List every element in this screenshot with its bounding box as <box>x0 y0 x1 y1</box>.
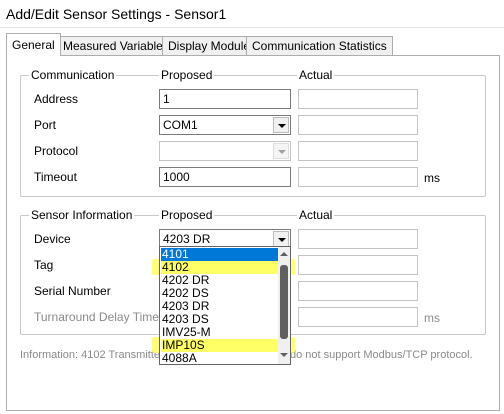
communication-actual-header: Actual <box>297 68 335 82</box>
dropdown-item-4102[interactable]: 4102 <box>161 261 279 274</box>
dropdown-item-4202-ds[interactable]: 4202 DS <box>161 287 279 300</box>
port-select[interactable]: COM1 <box>159 115 291 135</box>
window-title: Add/Edit Sensor Settings - Sensor1 <box>6 6 227 22</box>
dropdown-item-4203-dr[interactable]: 4203 DR <box>161 300 279 313</box>
info-text-tail: do not support Modbus/TCP protocol. <box>290 349 473 361</box>
dropdown-item-4088a[interactable]: 4088A <box>161 352 279 364</box>
dropdown-item-imv25-m[interactable]: IMV25-M <box>161 326 279 339</box>
info-text: Information: 4102 Transmitter <box>20 349 164 361</box>
sensor-information-legend: Sensor Information <box>29 208 135 222</box>
serial-number-actual-field <box>298 281 418 301</box>
turnaround-delay-label: Turnaround Delay Time <box>34 310 159 324</box>
dropdown-scrollbar[interactable] <box>278 247 290 364</box>
device-dropdown-list[interactable]: 4101 4102 4202 DR 4202 DS 4203 DR 4203 D… <box>159 246 291 365</box>
tab-communication-statistics[interactable]: Communication Statistics <box>246 36 393 55</box>
dropdown-item-4101[interactable]: 4101 <box>161 248 279 261</box>
chevron-down-icon[interactable] <box>273 231 289 247</box>
protocol-select <box>159 141 291 161</box>
timeout-input[interactable] <box>159 167 291 187</box>
device-actual-field <box>298 229 418 249</box>
tag-actual-field <box>298 255 418 275</box>
timeout-actual-field <box>298 167 418 187</box>
tab-measured-variables[interactable]: Measured Variables <box>57 36 175 55</box>
serial-number-label: Serial Number <box>34 284 111 298</box>
scrollbar-thumb[interactable] <box>280 265 288 339</box>
chevron-down-icon[interactable] <box>273 117 289 133</box>
communication-proposed-header: Proposed <box>159 68 215 82</box>
chevron-down-icon <box>273 143 289 159</box>
dropdown-item-4202-dr[interactable]: 4202 DR <box>161 274 279 287</box>
dropdown-item-imp10s[interactable]: IMP10S <box>161 339 279 352</box>
port-actual-field <box>298 115 418 135</box>
tag-label: Tag <box>34 258 54 272</box>
device-select-value: 4203 DR <box>163 232 211 246</box>
timeout-label: Timeout <box>34 170 77 184</box>
scroll-down-icon[interactable] <box>278 350 290 362</box>
protocol-actual-field <box>298 141 418 161</box>
device-label: Device <box>34 232 71 246</box>
title-separator <box>0 27 504 28</box>
timeout-unit: ms <box>424 171 440 185</box>
tab-general[interactable]: General <box>6 33 61 56</box>
protocol-label: Protocol <box>34 144 79 158</box>
tab-display-module[interactable]: Display Module <box>162 36 257 55</box>
sensor-proposed-header: Proposed <box>159 208 215 222</box>
turnaround-actual-field <box>298 307 418 327</box>
port-select-value: COM1 <box>163 118 198 132</box>
turnaround-unit: ms <box>424 311 440 325</box>
address-label: Address <box>34 92 79 106</box>
dropdown-item-4203-ds[interactable]: 4203 DS <box>161 313 279 326</box>
sensor-actual-header: Actual <box>297 208 335 222</box>
port-label: Port <box>34 118 57 132</box>
address-input[interactable] <box>159 89 291 109</box>
scroll-up-icon[interactable] <box>278 249 290 261</box>
communication-legend: Communication <box>29 68 117 82</box>
address-actual-field <box>298 89 418 109</box>
